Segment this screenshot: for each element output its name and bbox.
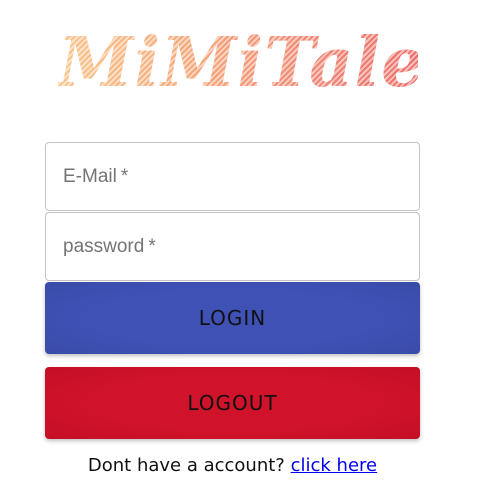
signup-prompt: Dont have a account? click here bbox=[0, 455, 465, 476]
login-button[interactable]: LOGIN bbox=[45, 282, 420, 354]
email-label: E-Mail bbox=[63, 165, 117, 187]
password-label: password bbox=[63, 235, 145, 257]
login-page: MiMiTale E-Mail * password * LOGIN LOGOU… bbox=[0, 0, 487, 488]
email-required-marker: * bbox=[120, 165, 129, 187]
logout-button[interactable]: LOGOUT bbox=[45, 367, 420, 439]
password-field[interactable]: password * bbox=[45, 212, 420, 281]
signup-prompt-text: Dont have a account? bbox=[87, 455, 285, 476]
app-logo: MiMiTale bbox=[58, 18, 418, 108]
password-required-marker: * bbox=[148, 235, 156, 257]
logo-text: MiMiTale bbox=[58, 18, 418, 108]
signup-link[interactable]: click here bbox=[291, 455, 378, 476]
email-field[interactable]: E-Mail * bbox=[45, 142, 420, 211]
